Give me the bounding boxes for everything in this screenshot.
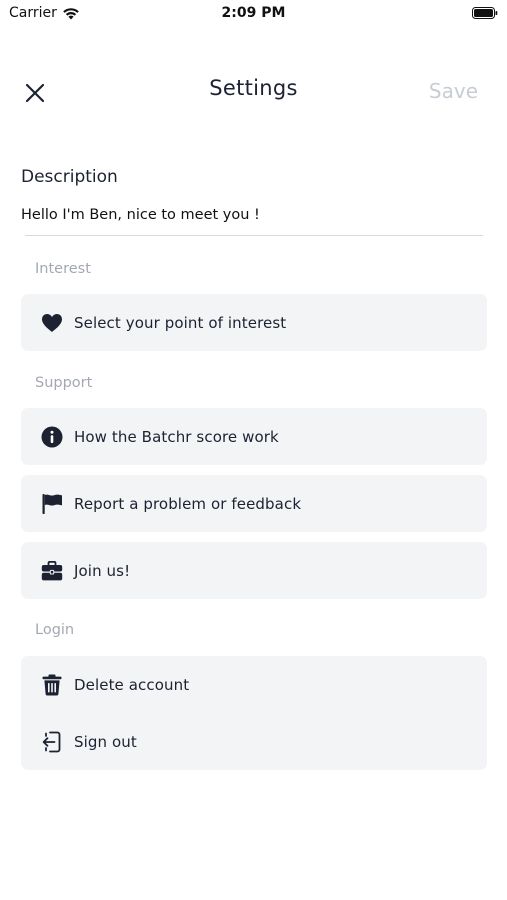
status-bar: Carrier 2:09 PM xyxy=(0,0,507,28)
row-join-us[interactable]: Join us! xyxy=(21,542,487,599)
flag-icon xyxy=(41,493,63,515)
description-underline xyxy=(25,235,483,236)
settings-screen: Carrier 2:09 PM Settings Save Descriptio… xyxy=(0,0,507,900)
save-button[interactable]: Save xyxy=(429,79,478,103)
row-delete-account[interactable]: Delete account xyxy=(21,656,487,713)
row-label: Delete account xyxy=(74,675,190,694)
row-batchr-score[interactable]: How the Batchr score work xyxy=(21,408,487,465)
row-label: How the Batchr score work xyxy=(74,427,279,446)
info-icon xyxy=(41,426,63,448)
row-label: Report a problem or feedback xyxy=(74,494,302,513)
trash-icon xyxy=(41,674,63,696)
section-label-interest: Interest xyxy=(35,261,91,277)
sign-out-icon xyxy=(41,731,63,753)
nav-bar: Settings Save xyxy=(0,66,507,118)
row-label: Join us! xyxy=(74,561,131,580)
login-card: Delete account Sign out xyxy=(21,656,487,770)
row-label: Sign out xyxy=(74,732,137,751)
heart-icon xyxy=(41,312,63,334)
row-label: Select your point of interest xyxy=(74,313,287,332)
battery-icon xyxy=(472,7,498,19)
section-label-login: Login xyxy=(35,622,75,638)
description-label: Description xyxy=(21,167,118,187)
briefcase-icon xyxy=(41,560,63,582)
support-card-report: Report a problem or feedback xyxy=(21,475,487,532)
row-sign-out[interactable]: Sign out xyxy=(21,713,487,770)
status-time: 2:09 PM xyxy=(221,5,286,21)
section-label-support: Support xyxy=(35,375,93,391)
row-report-problem[interactable]: Report a problem or feedback xyxy=(21,475,487,532)
support-card-score: How the Batchr score work xyxy=(21,408,487,465)
interest-card: Select your point of interest xyxy=(21,294,487,351)
support-card-join: Join us! xyxy=(21,542,487,599)
row-point-of-interest[interactable]: Select your point of interest xyxy=(21,294,487,351)
description-input[interactable] xyxy=(21,202,483,228)
